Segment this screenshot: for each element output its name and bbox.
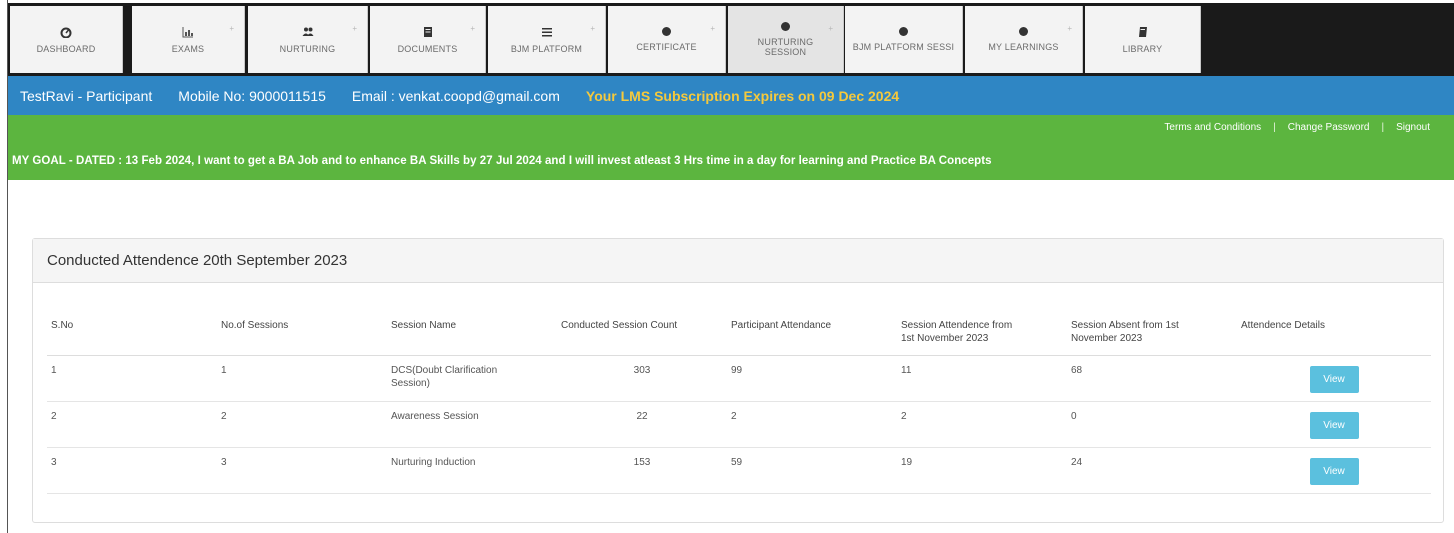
tab-separator: + [352, 24, 357, 33]
table-row: 1 1 DCS(Doubt Clarification Session) 303… [47, 355, 1431, 402]
cell-from-nov: 19 [897, 447, 1067, 494]
goal-bar: Terms and Conditions | Change Password |… [8, 115, 1454, 180]
cell-sno: 2 [47, 401, 217, 448]
cell-session-name: DCS(Doubt Clarification Session) [387, 355, 557, 402]
tab-documents[interactable]: DOCUMENTS + [370, 6, 486, 73]
dot-icon [1019, 27, 1028, 36]
dot-icon [662, 27, 671, 36]
view-button[interactable]: View [1309, 458, 1359, 485]
header-attendence-details: Attendence Details [1237, 311, 1431, 356]
attendance-panel: Conducted Attendence 20th September 2023… [32, 238, 1444, 523]
cell-absent: 24 [1067, 447, 1237, 494]
cell-sno: 3 [47, 447, 217, 494]
tab-label: MY LEARNINGS [988, 42, 1059, 52]
header-sno: S.No [47, 311, 217, 356]
tab-label: BJM PLATFORM [510, 43, 583, 54]
tab-label: CERTIFICATE [636, 42, 697, 52]
chart-icon [182, 26, 193, 37]
tab-label: EXAMS [171, 43, 205, 54]
cell-from-nov: 2 [897, 401, 1067, 448]
tab-library[interactable]: LIBRARY [1085, 6, 1201, 73]
tab-nurturing[interactable]: NURTURING + [248, 6, 368, 73]
cell-session-name: Awareness Session [387, 401, 557, 448]
view-button[interactable]: View [1309, 366, 1359, 393]
tab-label: NURTURING SESSION [757, 37, 814, 57]
tab-label: DASHBOARD [36, 43, 96, 54]
cell-attendance: 59 [727, 447, 897, 494]
tab-certificate[interactable]: CERTIFICATE + [608, 6, 726, 73]
cell-sessions: 3 [217, 447, 387, 494]
account-links: Terms and Conditions | Change Password |… [1152, 122, 1442, 133]
cell-absent: 68 [1067, 355, 1237, 402]
mobile-number: Mobile No: 9000011515 [178, 87, 326, 104]
book-icon [1138, 26, 1147, 37]
users-icon [302, 27, 313, 36]
cell-attendance: 2 [727, 401, 897, 448]
cell-attendance: 99 [727, 355, 897, 402]
info-bar: TestRavi - Participant Mobile No: 900001… [8, 76, 1454, 115]
header-session-name: Session Name [387, 311, 557, 356]
header-session-attendence: Session Attendence from 1st November 202… [897, 311, 1067, 356]
email: Email : venkat.coopd@gmail.com [351, 87, 560, 104]
dashboard-icon [60, 27, 72, 38]
tab-dashboard[interactable]: DASHBOARD [10, 6, 123, 73]
cell-action: View [1237, 401, 1431, 448]
tab-bjm-platform-session[interactable]: BJM PLATFORM SESSI [845, 6, 963, 73]
cell-session-name: Nurturing Induction [387, 447, 557, 494]
tab-nurturing-session[interactable]: NURTURING SESSION + [728, 6, 844, 73]
tab-label: DOCUMENTS [397, 43, 458, 54]
cell-absent: 0 [1067, 401, 1237, 448]
table-row: 2 2 Awareness Session 22 2 2 0 View [47, 401, 1431, 448]
cell-action: View [1237, 355, 1431, 402]
panel-title: Conducted Attendence 20th September 2023 [33, 239, 1443, 283]
header-no-of-sessions: No.of Sessions [217, 311, 387, 356]
header-conducted-count: Conducted Session Count [557, 311, 727, 356]
document-icon [423, 26, 432, 37]
table-header-row: S.No No.of Sessions Session Name Conduct… [47, 311, 1431, 356]
tab-exams[interactable]: EXAMS + [132, 6, 245, 73]
terms-link[interactable]: Terms and Conditions [1152, 122, 1273, 133]
goal-text: MY GOAL - DATED : 13 Feb 2024, I want to… [12, 155, 992, 167]
tab-separator: + [470, 24, 475, 33]
tab-label: LIBRARY [1122, 43, 1163, 54]
cell-sessions: 2 [217, 401, 387, 448]
cell-from-nov: 11 [897, 355, 1067, 402]
cell-count: 153 [557, 447, 727, 494]
dot-icon [781, 22, 790, 31]
user-name: TestRavi - Participant [20, 87, 153, 104]
tab-separator: + [229, 24, 234, 33]
cell-count: 303 [557, 355, 727, 402]
header-participant-attendance: Participant Attendance [727, 311, 897, 356]
dot-icon [899, 27, 908, 36]
page: DASHBOARD EXAMS + NURTURING + DOCUMENTS … [0, 0, 1454, 533]
tab-my-learnings[interactable]: MY LEARNINGS + [965, 6, 1083, 73]
tab-bjm-platform[interactable]: BJM PLATFORM + [488, 6, 606, 73]
cell-sessions: 1 [217, 355, 387, 402]
view-button[interactable]: View [1309, 412, 1359, 439]
cell-action: View [1237, 447, 1431, 494]
tab-separator: + [710, 24, 715, 33]
table-row: 3 3 Nurturing Induction 153 59 19 24 Vie… [47, 447, 1431, 494]
header-session-absent: Session Absent from 1st November 2023 [1067, 311, 1237, 356]
subscription-expiry: Your LMS Subscription Expires on 09 Dec … [585, 87, 900, 104]
tab-separator: + [590, 24, 595, 33]
tab-label: NURTURING [279, 43, 336, 54]
change-password-link[interactable]: Change Password [1276, 122, 1382, 133]
cell-sno: 1 [47, 355, 217, 402]
tab-separator: + [1067, 24, 1072, 33]
list-icon [541, 27, 552, 36]
top-nav: DASHBOARD EXAMS + NURTURING + DOCUMENTS … [8, 3, 1454, 76]
cell-count: 22 [557, 401, 727, 448]
tab-separator: + [828, 24, 833, 33]
signout-link[interactable]: Signout [1384, 122, 1442, 133]
tab-label: BJM PLATFORM SESSI [852, 42, 955, 52]
attendance-table: S.No No.of Sessions Session Name Conduct… [47, 311, 1431, 494]
